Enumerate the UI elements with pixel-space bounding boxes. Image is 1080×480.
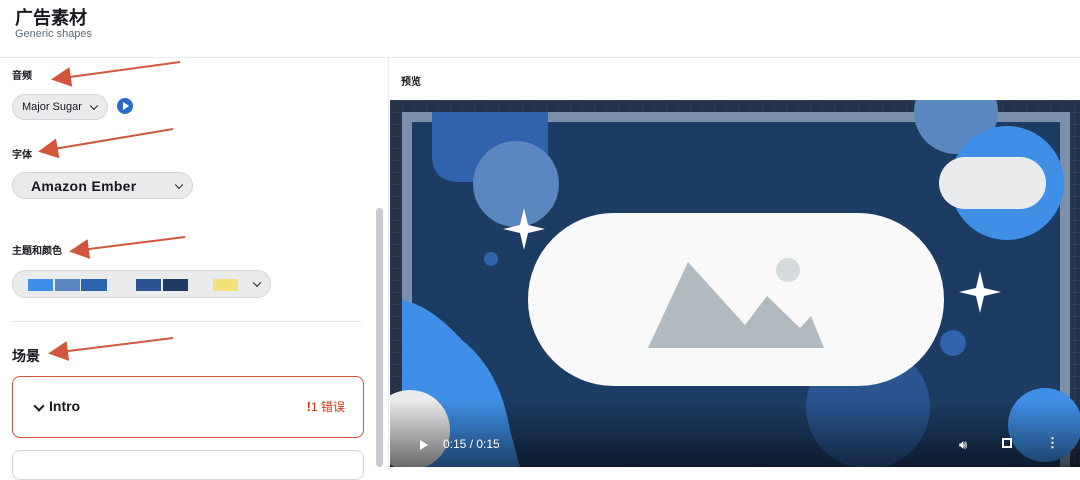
volume-icon[interactable]: 🔊︎	[959, 437, 967, 453]
play-icon[interactable]	[420, 440, 428, 450]
preview-panel: 预览 0:15 / 0:15 🔊︎ ⋮	[388, 58, 1080, 467]
image-placeholder	[528, 213, 944, 386]
fullscreen-icon[interactable]	[1002, 438, 1012, 448]
arrow-theme	[69, 236, 186, 259]
arrow-audio	[51, 61, 181, 87]
annotation-arrows	[38, 61, 186, 361]
player-time: 0:15 / 0:15	[443, 437, 500, 451]
preview-title: 预览	[401, 77, 421, 88]
arrow-font	[38, 128, 174, 159]
video-player[interactable]: 0:15 / 0:15 🔊︎ ⋮	[390, 100, 1080, 467]
ad-preview-canvas	[390, 100, 1080, 467]
more-options-icon[interactable]: ⋮	[1046, 436, 1059, 449]
arrow-scenes	[48, 337, 174, 361]
